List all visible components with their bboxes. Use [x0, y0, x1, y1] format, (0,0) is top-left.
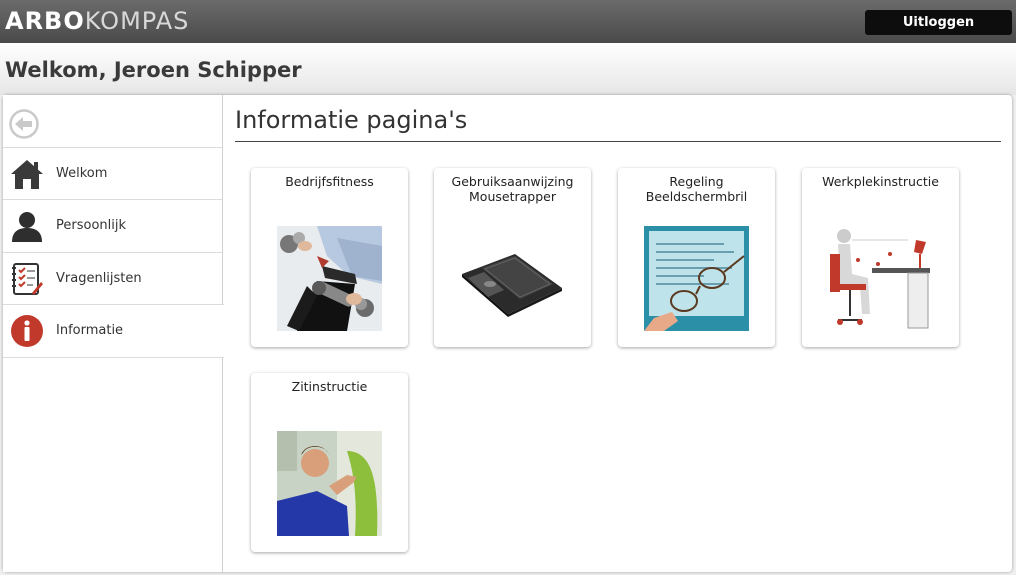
card-title: Werkplekinstructie: [822, 174, 939, 189]
card-title: Gebruiksaanwijzing Mousetrapper: [451, 174, 574, 204]
sidebar-item-persoonlijk[interactable]: Persoonlijk: [3, 199, 222, 252]
glasses-photo: [644, 226, 749, 331]
welcome-title: Welkom, Jeroen Schipper: [5, 58, 302, 82]
sidebar-item-informatie[interactable]: Informatie: [3, 304, 224, 358]
page-title: Informatie pagina's: [235, 106, 468, 134]
sidebar-item-label: Informatie: [56, 323, 124, 338]
back-arrow-icon[interactable]: [9, 109, 39, 139]
card-title: Regeling Beeldschermbril: [645, 174, 748, 204]
logo: ARBOKOMPAS: [5, 7, 190, 35]
sidebar-item-label: Vragenlijsten: [56, 271, 142, 286]
top-bar: ARBOKOMPAS Uitloggen: [0, 0, 1016, 44]
checklist-icon: [12, 263, 43, 295]
home-icon: [11, 160, 43, 189]
sidebar-item-label: Welkom: [56, 166, 108, 181]
fitness-photo: [277, 226, 382, 331]
logout-button[interactable]: Uitloggen: [865, 10, 1012, 35]
card-title: Bedrijfsfitness: [285, 174, 374, 189]
sidebar-item-label: Persoonlijk: [56, 218, 127, 233]
person-icon: [12, 212, 42, 242]
sitting-photo: [277, 431, 382, 536]
sidebar-item-welkom[interactable]: Welkom: [3, 147, 222, 200]
keyboard-photo: [460, 226, 565, 331]
info-card-bedrijfsfitness[interactable]: Bedrijfsfitness: [251, 168, 408, 347]
title-divider: [235, 141, 1001, 142]
sidebar-item-vragenlijsten[interactable]: Vragenlijsten: [3, 252, 222, 305]
info-card-mousetrapper[interactable]: Gebruiksaanwijzing Mousetrapper: [434, 168, 591, 347]
workstation-diagram: [828, 226, 933, 331]
info-card-zitinstructie[interactable]: Zitinstructie: [251, 373, 408, 552]
info-card-beeldschermbril[interactable]: Regeling Beeldschermbril: [618, 168, 775, 347]
card-title: Zitinstructie: [291, 379, 368, 394]
info-card-werkplekinstructie[interactable]: Werkplekinstructie: [802, 168, 959, 347]
info-icon: [11, 315, 43, 347]
